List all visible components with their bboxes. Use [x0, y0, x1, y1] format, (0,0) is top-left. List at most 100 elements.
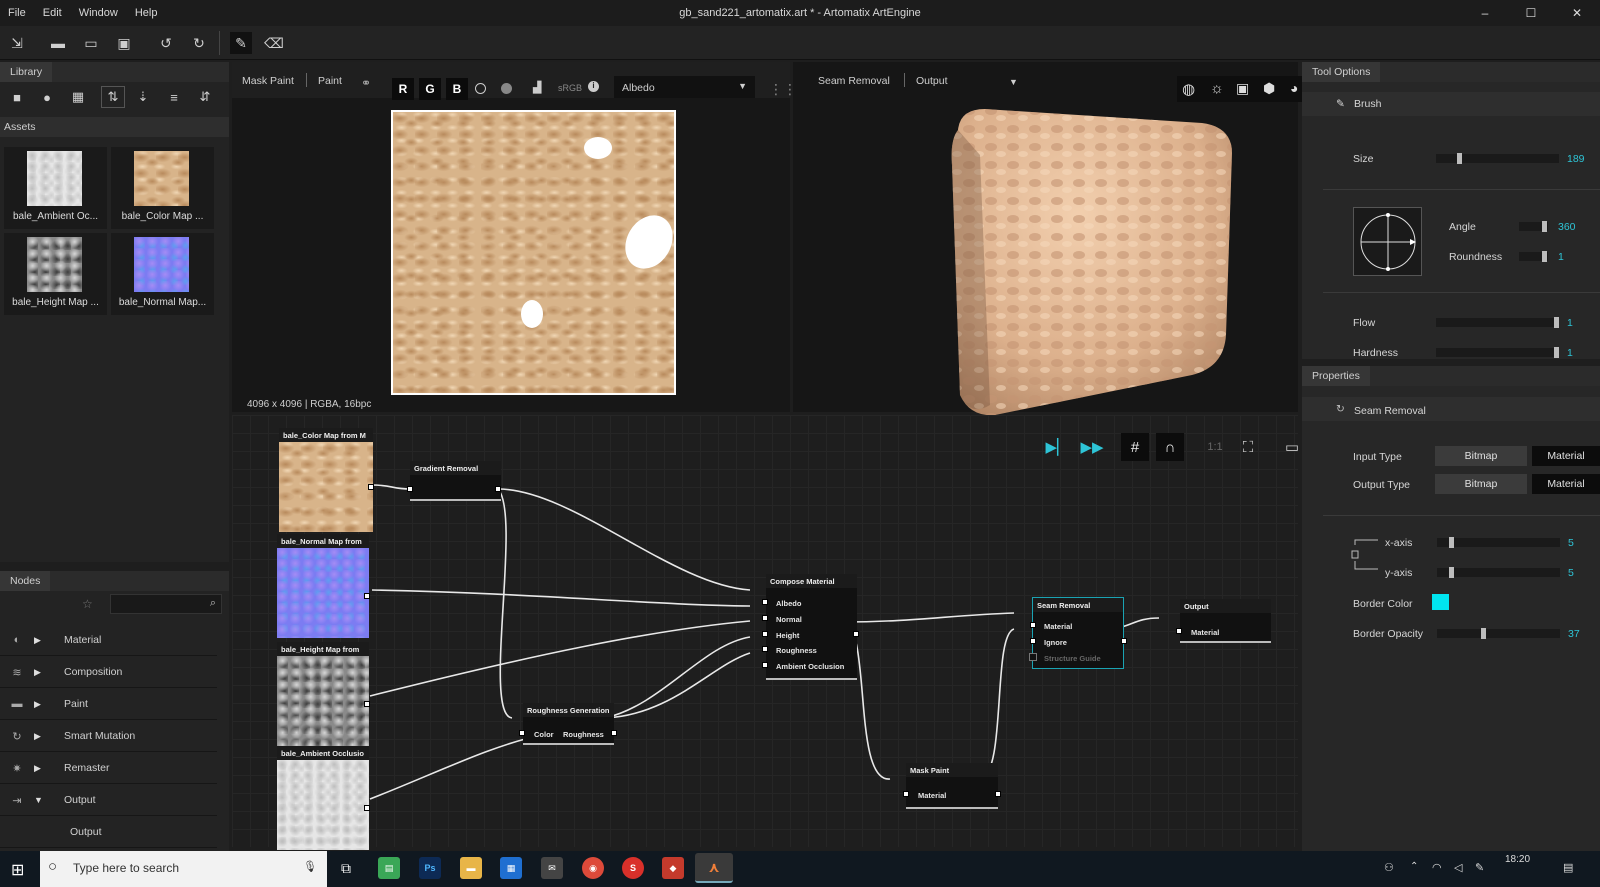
- map-select[interactable]: Albedo ▼: [614, 76, 755, 98]
- eraser-tool-icon[interactable]: ⌫: [263, 32, 285, 54]
- socket-out[interactable]: [364, 805, 370, 811]
- nodes-tab[interactable]: Nodes: [0, 571, 51, 591]
- node-gradient-removal[interactable]: Gradient Removal: [410, 461, 501, 501]
- histogram-icon[interactable]: ▟: [533, 81, 541, 94]
- axis-link-icon[interactable]: [1350, 539, 1390, 575]
- task-view-icon[interactable]: ⧉: [341, 860, 351, 877]
- app-icon-green[interactable]: ▤: [378, 857, 400, 879]
- input-type-material-button[interactable]: Material: [1532, 446, 1600, 466]
- sphere-view-icon[interactable]: ◕: [1290, 80, 1298, 96]
- chevron-right-icon[interactable]: ▶: [34, 635, 64, 646]
- chevron-up-icon[interactable]: ⌃: [1410, 861, 1418, 872]
- flow-slider[interactable]: [1436, 317, 1559, 328]
- node-input-normal[interactable]: bale_Normal Map from: [277, 534, 369, 638]
- tab-output[interactable]: Output: [916, 75, 948, 87]
- socket-in[interactable]: [762, 646, 768, 652]
- tab-mask-paint[interactable]: Mask Paint: [242, 75, 294, 87]
- close-button[interactable]: ✕: [1554, 0, 1600, 26]
- play-icon[interactable]: ▶▏: [1043, 433, 1071, 461]
- x-axis-slider[interactable]: [1437, 537, 1560, 548]
- light-icon[interactable]: ☼: [1210, 80, 1224, 97]
- channel-r-button[interactable]: R: [392, 78, 414, 100]
- roundness-slider[interactable]: [1519, 251, 1548, 262]
- network-icon[interactable]: ◠: [1432, 861, 1442, 874]
- nodes-search-input[interactable]: ⌕: [110, 594, 222, 614]
- open-folder-icon[interactable]: ▭: [80, 32, 102, 54]
- chevron-down-icon[interactable]: ▼: [34, 795, 64, 805]
- grid-toggle-icon[interactable]: #: [1121, 433, 1149, 461]
- alpha-outline-icon[interactable]: [475, 83, 486, 94]
- camera-icon[interactable]: ▣: [1236, 80, 1249, 97]
- favorite-star-icon[interactable]: ☆: [82, 597, 93, 611]
- people-icon[interactable]: ⚇: [1384, 861, 1394, 874]
- slider-knob[interactable]: [1481, 628, 1486, 639]
- sort-desc-icon[interactable]: ⇣: [131, 86, 155, 108]
- hardness-slider[interactable]: [1436, 347, 1559, 358]
- slider-knob[interactable]: [1554, 347, 1559, 358]
- node-category-remaster[interactable]: ✷ ▶ Remaster: [0, 753, 217, 784]
- windows-start-icon[interactable]: ⊞: [11, 860, 24, 880]
- fit-view-icon[interactable]: ⛶: [1234, 433, 1262, 461]
- chevron-right-icon[interactable]: ▶: [34, 699, 64, 710]
- srgb-toggle[interactable]: sRGB: [558, 83, 582, 93]
- chevron-right-icon[interactable]: ▶: [34, 667, 64, 678]
- socket-out[interactable]: [364, 701, 370, 707]
- y-axis-slider[interactable]: [1437, 567, 1560, 578]
- socket-in[interactable]: [1030, 638, 1036, 644]
- properties-tab[interactable]: Properties: [1302, 366, 1370, 386]
- socket-in[interactable]: [762, 599, 768, 605]
- store-icon[interactable]: ▦: [500, 857, 522, 879]
- chevron-right-icon[interactable]: ▶: [34, 731, 64, 742]
- node-category-smart-mutation[interactable]: ↻ ▶ Smart Mutation: [0, 721, 217, 752]
- new-file-icon[interactable]: ▬: [47, 32, 69, 54]
- socket-out[interactable]: [995, 791, 1001, 797]
- node-category-output[interactable]: ⇥ ▼ Output: [0, 785, 217, 816]
- node-category-composition[interactable]: ≋ ▶ Composition: [0, 657, 217, 688]
- output-type-material-button[interactable]: Material: [1532, 474, 1600, 494]
- snap-magnet-icon[interactable]: ∩: [1156, 433, 1184, 461]
- app-icon-shield[interactable]: ◆: [662, 857, 684, 879]
- swap-icon[interactable]: ⇵: [193, 86, 217, 108]
- chevron-right-icon[interactable]: ▶: [34, 763, 64, 774]
- brush-tool-icon[interactable]: ✎: [230, 32, 252, 54]
- zoom-reset-button[interactable]: 1:1: [1201, 433, 1229, 461]
- size-slider[interactable]: [1436, 153, 1559, 164]
- app-icon-red[interactable]: S: [622, 857, 644, 879]
- alpha-fill-icon[interactable]: [501, 83, 512, 94]
- socket-out[interactable]: [364, 593, 370, 599]
- asset-color[interactable]: bale_Color Map ...: [111, 147, 214, 229]
- minimize-button[interactable]: –: [1462, 0, 1508, 26]
- fast-forward-icon[interactable]: ▶▶: [1078, 433, 1106, 461]
- asset-height[interactable]: bale_Height Map ...: [4, 233, 107, 315]
- socket-in[interactable]: [762, 662, 768, 668]
- socket-out[interactable]: [495, 486, 501, 492]
- cube-view-icon[interactable]: ⬢: [1263, 80, 1275, 97]
- mail-icon[interactable]: ✉: [541, 857, 563, 879]
- checker-icon[interactable]: ▦: [66, 86, 90, 108]
- sort-az-icon[interactable]: ⇅: [101, 86, 125, 108]
- output-type-bitmap-button[interactable]: Bitmap: [1435, 474, 1527, 494]
- border-color-swatch[interactable]: [1432, 594, 1449, 610]
- node-input-height[interactable]: bale_Height Map from: [277, 642, 369, 746]
- slider-knob[interactable]: [1542, 251, 1547, 262]
- asset-normal[interactable]: bale_Normal Map...: [111, 233, 214, 315]
- input-type-bitmap-button[interactable]: Bitmap: [1435, 446, 1527, 466]
- node-category-material[interactable]: ◐ ▶ Material: [0, 625, 217, 656]
- photoshop-icon[interactable]: Ps: [419, 857, 441, 879]
- slider-knob[interactable]: [1457, 153, 1462, 164]
- color-channels-icon[interactable]: ⚭: [361, 76, 377, 98]
- cube-icon[interactable]: ■: [5, 86, 29, 108]
- node-output-item[interactable]: Output: [0, 817, 217, 848]
- node-category-paint[interactable]: ▬ ▶ Paint: [0, 689, 217, 720]
- node-input-ao[interactable]: bale_Ambient Occlusio: [277, 746, 369, 850]
- socket-in[interactable]: [903, 791, 909, 797]
- node-input-color[interactable]: bale_Color Map from M: [279, 428, 373, 532]
- filter-icon[interactable]: ≡: [162, 86, 186, 108]
- maximize-button[interactable]: ☐: [1508, 0, 1554, 26]
- slider-knob[interactable]: [1554, 317, 1559, 328]
- angle-slider[interactable]: [1519, 221, 1548, 232]
- library-tab[interactable]: Library: [0, 62, 53, 82]
- socket-in[interactable]: [1030, 622, 1036, 628]
- tool-options-tab[interactable]: Tool Options: [1302, 62, 1381, 82]
- socket-in[interactable]: [519, 730, 525, 736]
